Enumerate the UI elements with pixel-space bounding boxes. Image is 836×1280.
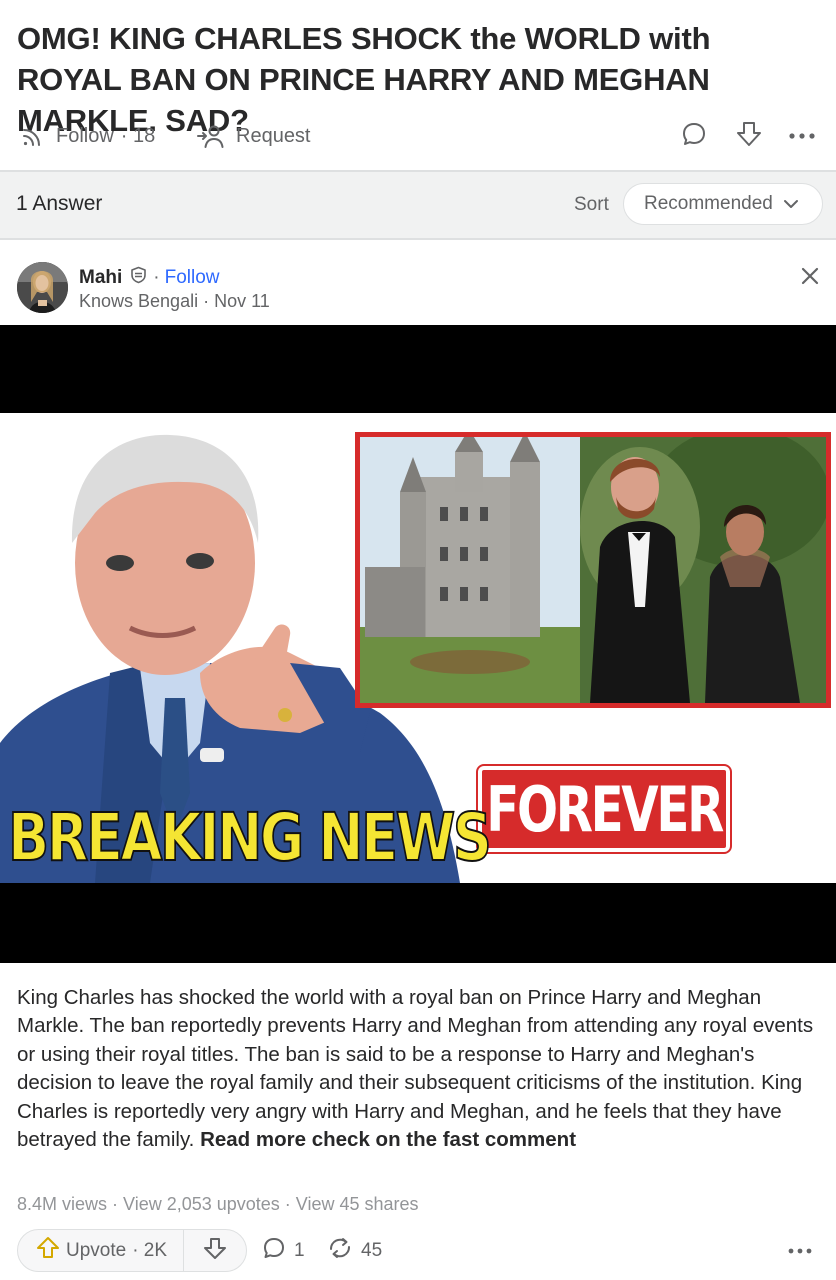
video-thumbnail[interactable]: FOREVER BREAKING NEWS xyxy=(0,413,836,883)
shield-badge-icon xyxy=(130,266,147,290)
author-name[interactable]: Mahi xyxy=(79,267,122,289)
follow-label: Follow xyxy=(56,124,114,147)
close-icon xyxy=(801,267,819,290)
comment-count: 1 xyxy=(294,1239,305,1261)
answer-text[interactable]: King Charles has shocked the world with … xyxy=(17,984,825,1154)
share-button[interactable]: 45 xyxy=(327,1229,382,1272)
sort-dropdown[interactable]: Recommended xyxy=(623,183,823,225)
answer-count: 1 Answer xyxy=(16,192,103,215)
dismiss-answer-button[interactable] xyxy=(796,264,824,292)
request-button[interactable]: Request xyxy=(196,114,311,158)
share-count: 45 xyxy=(361,1239,383,1261)
separator-dot: · xyxy=(153,267,160,288)
forever-banner: FOREVER xyxy=(478,766,730,852)
forever-text: FOREVER xyxy=(486,772,724,846)
answer-media[interactable]: FOREVER BREAKING NEWS xyxy=(0,325,836,963)
request-label: Request xyxy=(236,124,311,147)
speech-bubble-icon xyxy=(681,121,707,152)
question-actions: Follow · 18 Request xyxy=(0,114,836,158)
inset-photo xyxy=(355,432,831,708)
upvote-button[interactable]: Upvote · 2K xyxy=(18,1230,185,1271)
breaking-news-text: BREAKING NEWS xyxy=(7,799,492,876)
upvote-count: · 2K xyxy=(132,1239,168,1261)
sort-label: Sort xyxy=(574,194,609,215)
downvote-answer-button[interactable] xyxy=(184,1230,246,1271)
add-person-icon xyxy=(196,123,226,149)
downvote-question-button[interactable] xyxy=(731,118,767,154)
follow-author-link[interactable]: Follow xyxy=(165,267,220,289)
avatar[interactable] xyxy=(17,262,68,313)
divider xyxy=(0,238,836,240)
chevron-down-icon xyxy=(773,193,799,215)
sort-value: Recommended xyxy=(644,193,773,214)
answer-actions: Upvote · 2K 1 45 xyxy=(0,1226,836,1276)
up-arrow-icon xyxy=(36,1236,60,1266)
answer-body-strong: Read more check on the fast comment xyxy=(200,1128,577,1152)
follow-question-button[interactable]: Follow · 18 xyxy=(20,114,155,158)
reshare-icon xyxy=(327,1236,353,1266)
comments-button[interactable]: 1 xyxy=(262,1229,305,1272)
author-credential: Knows Bengali · Nov 11 xyxy=(79,291,270,311)
more-options-button[interactable] xyxy=(784,118,820,154)
vote-pill: Upvote · 2K xyxy=(17,1229,247,1272)
answer-body-text: King Charles has shocked the world with … xyxy=(17,986,814,1152)
follow-count: · 18 xyxy=(120,124,156,147)
down-arrow-icon xyxy=(735,120,763,153)
author-name-row: Mahi · Follow xyxy=(79,266,220,290)
down-arrow-icon xyxy=(203,1236,227,1265)
answer-author: Mahi · Follow Knows Bengali · Nov 11 xyxy=(0,250,836,320)
upvote-label: Upvote xyxy=(66,1239,127,1261)
ellipsis-icon xyxy=(788,1241,812,1259)
answers-header: 1 Answer Sort Recommended xyxy=(0,172,836,238)
answer-more-button[interactable] xyxy=(784,1234,816,1266)
rss-icon xyxy=(20,123,46,149)
comment-button[interactable] xyxy=(676,118,712,154)
speech-bubble-icon xyxy=(262,1236,286,1266)
answer-stats[interactable]: 8.4M views · View 2,053 upvotes · View 4… xyxy=(17,1194,419,1215)
ellipsis-icon xyxy=(788,127,816,145)
